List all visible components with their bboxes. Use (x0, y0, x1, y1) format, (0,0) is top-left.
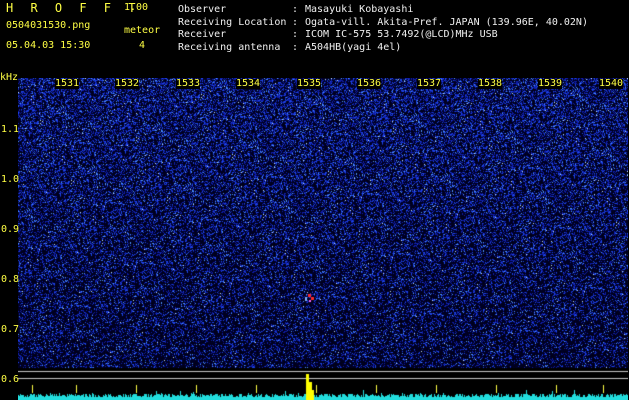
y-axis-unit: kHz (0, 72, 19, 83)
info-row-antenna: Receiving antenna: A504HB(yagi 4el) (178, 42, 588, 55)
info-row-location: Receiving Location: Ogata-vill. Akita-Pre… (178, 17, 588, 30)
info-row-receiver: Receiver: ICOM IC-575 53.7492(@LCD)MHz US… (178, 29, 588, 42)
y-tick-label: 1.1 (1, 124, 20, 135)
info-label: Receiving Location (178, 16, 287, 28)
time-label: 1535 (297, 78, 322, 89)
info-label: Observer (178, 4, 227, 15)
info-value: Masayuki Kobayashi (305, 4, 414, 15)
info-separator: : (292, 41, 299, 53)
file-name: 0504031530.png (6, 20, 91, 31)
app-version: 1.00 (124, 2, 149, 13)
observation-info: Observer: Masayuki Kobayashi Receiving Lo… (178, 4, 588, 54)
spectrogram-canvas[interactable] (18, 78, 628, 400)
time-label: 1540 (599, 78, 624, 89)
time-label: 1532 (115, 78, 140, 89)
info-value: ICOM IC-575 53.7492(@LCD)MHz USB (305, 29, 498, 40)
time-label: 1539 (538, 78, 563, 89)
y-tick-label: 0.6 (1, 374, 20, 385)
time-label: 1534 (236, 78, 261, 89)
info-label: Receiver (178, 29, 227, 40)
time-label: 1537 (417, 78, 442, 89)
time-label: 1538 (478, 78, 503, 89)
meteor-label: meteor (124, 25, 161, 36)
info-value: A504HB(yagi 4el) (305, 41, 402, 53)
y-tick-label: 1.0 (1, 174, 20, 185)
app-title: H R O F F T (6, 1, 141, 15)
info-value: Ogata-vill. Akita-Pref. JAPAN (139.96E, … (305, 16, 588, 28)
time-label: 1536 (357, 78, 382, 89)
time-label: 1533 (176, 78, 201, 89)
y-tick-label: 0.7 (1, 324, 20, 335)
info-separator: : (292, 29, 299, 40)
hroff-viewer: H R O F F T 1.00 0504031530.png meteor 0… (0, 0, 629, 400)
y-tick-label: 0.8 (1, 274, 20, 285)
info-separator: : (292, 4, 299, 15)
time-label: 1531 (55, 78, 80, 89)
date-time: 05.04.03 15:30 (6, 40, 91, 51)
info-label: Receiving antenna (178, 41, 281, 53)
info-separator: : (292, 16, 299, 28)
meteor-count: 4 (139, 40, 146, 51)
y-tick-label: 0.9 (1, 224, 20, 235)
info-row-observer: Observer: Masayuki Kobayashi (178, 4, 588, 17)
